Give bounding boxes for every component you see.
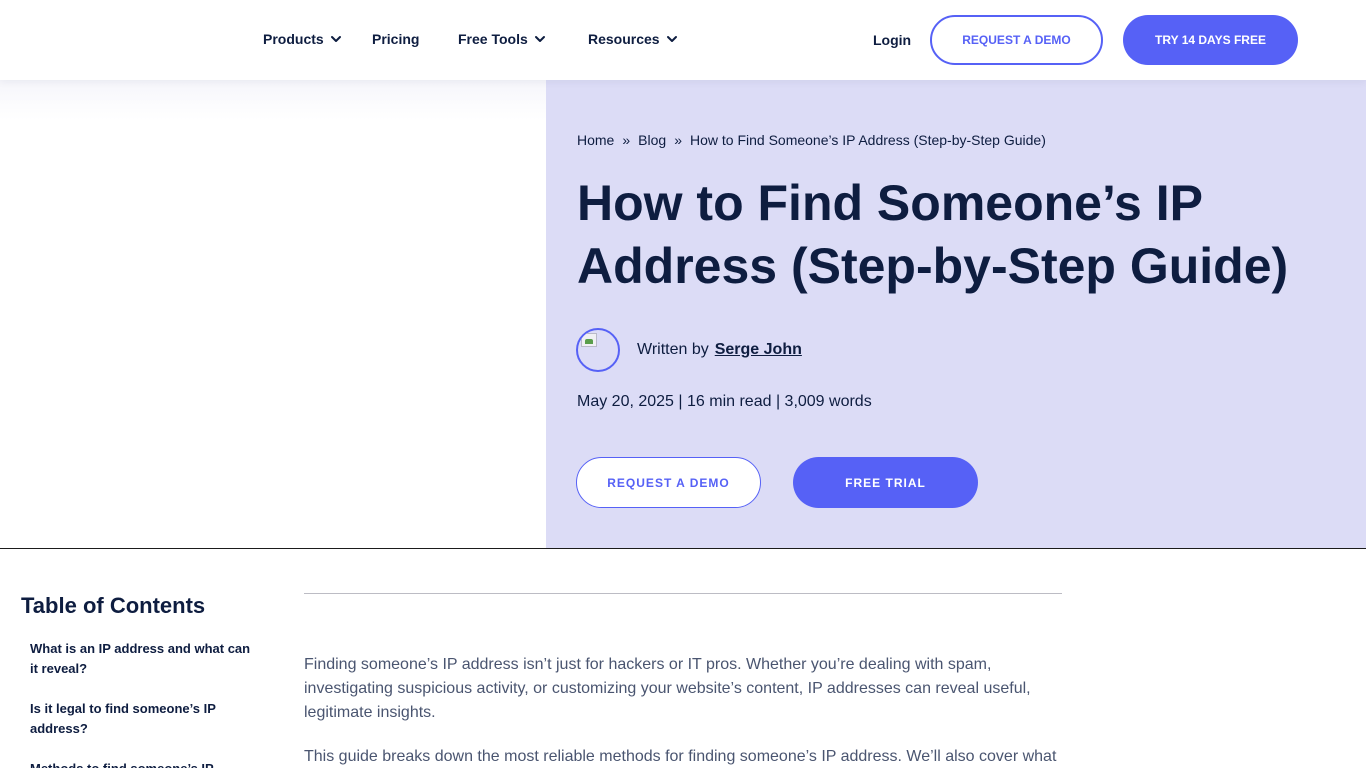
post-meta: May 20, 2025 | 16 min read | 3,009 words [577,393,872,410]
author-link[interactable]: Serge John [715,341,802,359]
toc-item[interactable]: What is an IP address and what can it re… [30,639,255,679]
free-trial-button[interactable]: FREE TRIAL [793,457,978,508]
login-link[interactable]: Login [873,32,911,48]
broken-image-icon [581,333,597,347]
breadcrumb-current: How to Find Someone’s IP Address (Step-b… [689,132,1046,148]
nav-free-tools-label: Free Tools [458,31,528,47]
avatar [576,328,620,372]
nav-free-tools[interactable]: Free Tools [458,31,546,47]
breadcrumb-blog[interactable]: Blog [638,132,666,148]
nav-resources[interactable]: Resources [588,31,678,47]
hero-left-panel [0,80,546,549]
nav-pricing[interactable]: Pricing [372,31,419,47]
hero-divider [0,548,1366,549]
toc-title: Table of Contents [21,593,206,618]
article-paragraph: This guide breaks down the most reliable… [304,748,1057,765]
article-paragraph: Finding someone’s IP address isn’t just … [304,656,1031,721]
chevron-down-icon [534,33,546,45]
content-divider [304,593,1062,594]
breadcrumb-separator: » [622,132,631,148]
nav-pricing-label: Pricing [372,31,420,47]
page-title: How to Find Someone’s IP Address (Step-b… [577,175,1289,294]
chevron-down-icon [666,33,678,45]
site-header: Products Pricing Free Tools Resources Lo… [0,0,1366,80]
written-by-label: Written by [637,341,709,358]
nav-products[interactable]: Products [263,31,342,47]
nav-resources-label: Resources [588,31,660,47]
header-trial-button[interactable]: TRY 14 DAYS FREE [1123,15,1298,65]
request-demo-button[interactable]: REQUEST A DEMO [576,457,761,508]
breadcrumb: Home » Blog » How to Find Someone’s IP A… [577,132,1046,148]
breadcrumb-separator: » [674,132,682,148]
nav-products-label: Products [263,31,324,47]
author-byline: Written by Serge John [637,341,802,359]
breadcrumb-home[interactable]: Home [577,132,614,148]
chevron-down-icon [330,33,342,45]
header-request-demo-button[interactable]: REQUEST A DEMO [930,15,1103,65]
toc-item[interactable]: Methods to find someone’s IP [30,759,255,768]
toc-item[interactable]: Is it legal to find someone’s IP address… [30,699,255,739]
